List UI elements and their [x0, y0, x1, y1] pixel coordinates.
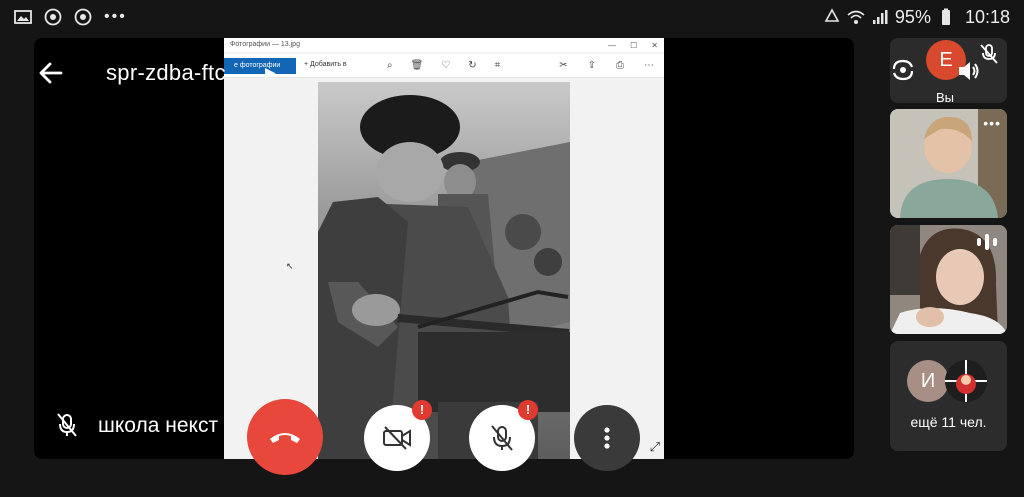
chrome-icon — [74, 8, 92, 26]
meet-screen: ••• 95% 10:18 Фотографии — 13.jpg — ☐ ✕ е … — [0, 0, 1024, 497]
wifi-icon — [847, 10, 865, 24]
battery-icon — [941, 8, 950, 25]
meeting-header: spr-zdba-ftc ▶ — [34, 56, 364, 90]
participant-avatar-image — [945, 360, 987, 402]
meeting-code: spr-zdba-ftc — [106, 60, 226, 85]
presenter-name: школа некст — [98, 414, 219, 437]
share-icon: ⇪ — [587, 60, 596, 71]
expand-icon[interactable]: ⤢ — [650, 439, 660, 455]
signal-icon — [872, 10, 888, 24]
more-participants-tile[interactable]: И ещё 11 чел. — [890, 341, 1007, 451]
avatar-picture — [945, 360, 987, 402]
edit-icon: ✂ — [559, 60, 568, 71]
more-participants-label: ещё 11 чел. — [910, 414, 987, 430]
crop-icon: ⌗ — [494, 60, 501, 71]
audio-level-icon — [977, 234, 997, 250]
participant-tile[interactable] — [890, 225, 1007, 334]
more-icon: ⋯ — [644, 60, 654, 71]
mic-warning-badge: ! — [518, 400, 538, 420]
image-icon — [14, 10, 32, 24]
main-video-stage: Фотографии — 13.jpg — ☐ ✕ е фотографии + Д… — [34, 38, 854, 459]
end-call-button[interactable] — [247, 399, 323, 475]
rotate-icon: ↻ — [468, 60, 477, 71]
shared-window-title: Фотографии — 13.jpg — [230, 41, 300, 48]
participant-avatar: И — [907, 360, 949, 402]
shared-window-titlebar: Фотографии — 13.jpg — ☐ ✕ — [224, 38, 664, 52]
clock: 10:18 — [964, 6, 1010, 27]
trash-icon: 🗑 — [410, 60, 424, 71]
more-vertical-icon — [604, 427, 610, 449]
play-icon: ▶ — [265, 64, 276, 80]
shared-screen: Фотографии — 13.jpg — ☐ ✕ е фотографии + Д… — [224, 38, 664, 459]
camera-warning-badge: ! — [412, 400, 432, 420]
self-tile[interactable]: E Вы — [890, 38, 1007, 103]
chrome-icon — [44, 8, 62, 26]
back-arrow-icon[interactable] — [36, 56, 66, 90]
camera-off-icon — [383, 426, 411, 450]
mic-off-icon — [491, 425, 513, 451]
recycle-icon — [824, 8, 840, 22]
more-options-button[interactable] — [574, 405, 640, 471]
mic-off-icon — [57, 413, 77, 437]
more-dots-icon: ••• — [104, 8, 127, 25]
heart-icon: ♡ — [441, 60, 451, 71]
status-bar: ••• 95% 10:18 — [0, 0, 1024, 34]
self-label: Вы — [936, 90, 955, 103]
battery-level: 95% — [894, 6, 931, 27]
self-mic-off-icon — [980, 44, 998, 64]
switch-camera-icon[interactable] — [890, 57, 916, 83]
participant-tile[interactable]: ••• — [890, 109, 1007, 218]
phone-hangup-icon — [270, 433, 300, 443]
window-controls: — ☐ ✕ — [608, 41, 658, 50]
print-icon: ⎙ — [616, 60, 624, 71]
photos-right-tools: ✂ ⇪ ⎙ ⋯ — [559, 60, 654, 71]
mouse-cursor: ↖ — [286, 261, 294, 271]
photos-tools: ⌕ 🗑 ♡ ↻ ⌗ — [387, 60, 500, 71]
tile-more-icon[interactable]: ••• — [983, 115, 1001, 131]
zoom-icon: ⌕ — [387, 60, 393, 71]
